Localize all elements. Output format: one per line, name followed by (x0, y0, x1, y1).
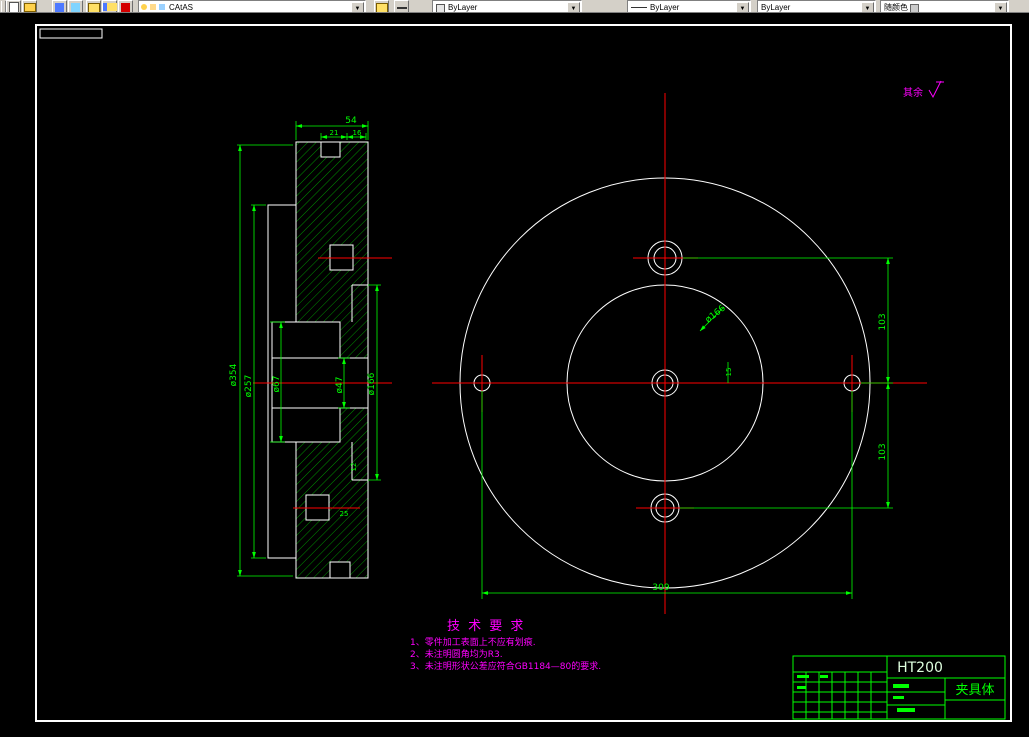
surface-note-text: 其余 (903, 86, 923, 99)
chevron-down-icon[interactable]: ▼ (994, 2, 1007, 12)
dim-dia-166-section: ø166 (367, 372, 377, 395)
section-view (267, 141, 369, 579)
dim-width-21: 21 (330, 129, 339, 137)
chevron-down-icon[interactable]: ▼ (861, 2, 874, 12)
new-drawing-icon[interactable] (6, 0, 21, 12)
dim-dia-67: ø67 (272, 376, 282, 393)
color-control-icon[interactable] (374, 0, 389, 12)
tech-title: 技 术 要 求 (447, 619, 525, 634)
lineweight-control-dropdown[interactable]: ByLayer ▼ (757, 0, 876, 12)
plotstyle-box-icon (910, 4, 919, 12)
bottom-notch (329, 561, 351, 579)
part-name-label: 夹具体 (955, 683, 994, 698)
dim-103-upper: 103 (878, 313, 888, 330)
dim-width-16: 16 (353, 129, 362, 137)
tech-item-3: 3、未注明形状公差应符合GB1184—80的要求. (410, 660, 601, 672)
chevron-down-icon[interactable]: ▼ (736, 2, 749, 12)
top-notch (320, 141, 341, 158)
plotstyle-value: 随颜色 (884, 3, 908, 12)
dim-dia-354: ø354 (229, 363, 239, 386)
properties-toolbar: CAtAS ▼ ByLayer ▼ ByLayer ▼ ByLayer ▼ 随颜… (0, 0, 1029, 13)
plotstyle-control-dropdown[interactable]: 随颜色 ▼ (880, 0, 1009, 12)
tech-item-1: 1、零件加工表面上不应有划痕. (410, 636, 536, 648)
color-picker-icon[interactable] (118, 0, 133, 12)
dim-dia-47: ø47 (335, 377, 345, 394)
dim-25: 25 (340, 510, 349, 518)
layer-previous-icon[interactable] (68, 0, 83, 12)
linetype-sample (631, 7, 647, 8)
dim-15: 15 (725, 368, 733, 377)
layer-lock-icon (159, 4, 165, 10)
layer-on-icon (141, 4, 147, 10)
linetype-manager-icon[interactable] (394, 0, 409, 12)
layer-states-icon[interactable] (102, 0, 117, 12)
drawing-canvas[interactable]: 54 21 16 ø354 ø257 ø67 ø47 ø166 12 25 30… (0, 0, 1029, 737)
dim-12: 12 (350, 463, 358, 472)
chevron-down-icon[interactable]: ▼ (351, 2, 364, 12)
color-control-dropdown[interactable]: ByLayer ▼ (432, 0, 582, 12)
dim-width-54: 54 (345, 116, 357, 126)
linetype-control-dropdown[interactable]: ByLayer ▼ (627, 0, 751, 12)
material-label: HT200 (897, 660, 943, 676)
dim-309: 309 (652, 583, 669, 593)
linetype-value: ByLayer (650, 3, 680, 12)
color-swatch (436, 4, 445, 12)
dim-dia-257: ø257 (244, 375, 254, 398)
layer-freeze-icon (150, 4, 156, 10)
make-object-layer-current-icon[interactable] (52, 0, 67, 12)
layers-icon[interactable] (86, 0, 101, 12)
lineweight-value: ByLayer (761, 3, 791, 12)
dim-103-lower: 103 (878, 443, 888, 460)
color-value: ByLayer (448, 3, 478, 12)
open-drawing-icon[interactable] (22, 0, 37, 12)
layer-name-value: CAtAS (169, 3, 194, 12)
tech-item-2: 2、未注明圆角均为R3. (410, 648, 503, 660)
layer-control-dropdown[interactable]: CAtAS ▼ (138, 0, 366, 12)
chevron-down-icon[interactable]: ▼ (567, 2, 580, 12)
